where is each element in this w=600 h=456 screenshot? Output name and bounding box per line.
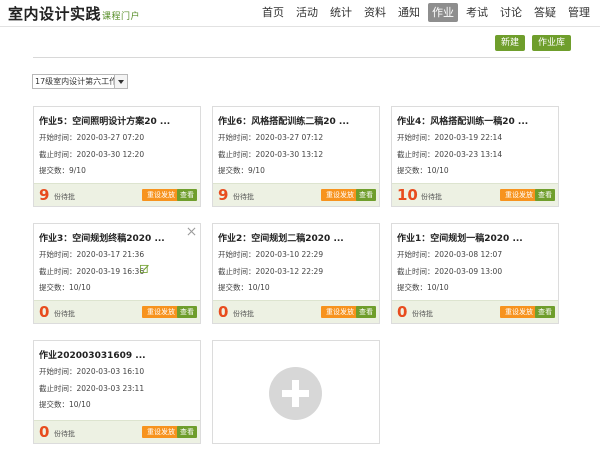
assignment-title[interactable]: 作业1：空间规划一稿2020 ...	[397, 231, 523, 244]
nav-qa[interactable]: 答疑	[530, 3, 560, 22]
assignment-submit-count: 提交数：9/10	[39, 166, 86, 175]
view-button[interactable]: 查看	[177, 189, 197, 201]
assignment-title[interactable]: 作业6：风格搭配训练二稿20 ...	[218, 114, 349, 127]
assignment-submit-count: 提交数：10/10	[397, 283, 449, 292]
assignment-card-footer: 0 份待批 重设发放 查看	[34, 300, 200, 323]
assignment-card: 作业1：空间规划一稿2020 ... 开始时间：2020-03-08 12:07…	[391, 223, 559, 324]
class-select[interactable]: 17级室内设计第六工作	[32, 74, 128, 89]
main-nav: 首页 活动 统计 资料 通知 作业 考试 讨论 答疑 管理	[254, 3, 594, 22]
assignment-card: 作业202003031609 ... 开始时间：2020-03-03 16:10…	[33, 340, 201, 444]
pending-label: 份待批	[412, 310, 433, 318]
reset-distribution-button[interactable]: 重设发放	[321, 189, 359, 201]
assignment-card: 作业6：风格搭配训练二稿20 ... 开始时间：2020-03-27 07:12…	[212, 106, 380, 207]
course-portal-label: 课程门户	[102, 12, 141, 22]
assignment-card-footer: 9 份待批 重设发放 查看	[34, 183, 200, 206]
pending-label: 份待批	[233, 310, 254, 318]
view-button[interactable]: 查看	[535, 189, 555, 201]
edit-icon[interactable]	[140, 264, 149, 273]
assignment-title[interactable]: 作业2：空间规划二稿2020 ...	[218, 231, 344, 244]
assignment-start-time: 开始时间：2020-03-08 12:07	[397, 250, 503, 259]
assignment-card: 作业5：空间照明设计方案20 ... 开始时间：2020-03-27 07:20…	[33, 106, 201, 207]
add-assignment-card[interactable]	[212, 340, 380, 444]
assignment-start-time: 开始时间：2020-03-03 16:10	[39, 367, 145, 376]
assignment-end-time: 截止时间：2020-03-12 22:29	[218, 267, 324, 276]
pending-label: 份待批	[421, 193, 442, 201]
nav-discussion[interactable]: 讨论	[496, 3, 526, 22]
assignment-end-time: 截止时间：2020-03-23 13:14	[397, 150, 503, 159]
assignment-start-time: 开始时间：2020-03-17 21:36	[39, 250, 145, 259]
assignment-end-time: 截止时间：2020-03-09 13:00	[397, 267, 503, 276]
assignment-end-time: 截止时间：2020-03-30 13:12	[218, 150, 324, 159]
pending-count: 9	[39, 186, 50, 204]
assignment-card: 作业2：空间规划二稿2020 ... 开始时间：2020-03-10 22:29…	[212, 223, 380, 324]
toolbar-divider	[33, 57, 550, 58]
course-brand[interactable]: 室内设计实践课程门户	[8, 3, 140, 24]
view-button[interactable]: 查看	[535, 306, 555, 318]
assignment-title[interactable]: 作业202003031609 ...	[39, 348, 146, 361]
view-button[interactable]: 查看	[177, 306, 197, 318]
assignment-start-time: 开始时间：2020-03-27 07:12	[218, 133, 324, 142]
assignment-end-time: 截止时间：2020-03-30 12:20	[39, 150, 145, 159]
assignment-library-button[interactable]: 作业库	[532, 35, 572, 51]
assignment-start-time: 开始时间：2020-03-19 22:14	[397, 133, 503, 142]
assignment-submit-count: 提交数：9/10	[218, 166, 265, 175]
reset-distribution-button[interactable]: 重设发放	[142, 306, 180, 318]
nav-activity[interactable]: 活动	[292, 3, 322, 22]
assignment-submit-count: 提交数：10/10	[397, 166, 449, 175]
assignment-submit-count: 提交数：10/10	[39, 283, 91, 292]
reset-distribution-button[interactable]: 重设发放	[142, 426, 180, 438]
reset-distribution-button[interactable]: 重设发放	[321, 306, 359, 318]
pending-count: 0	[39, 423, 50, 441]
nav-assignments[interactable]: 作业	[428, 3, 458, 22]
assignment-start-time: 开始时间：2020-03-27 07:20	[39, 133, 145, 142]
view-button[interactable]: 查看	[356, 189, 376, 201]
assignment-end-time: 截止时间：2020-03-03 23:11	[39, 384, 145, 393]
view-button[interactable]: 查看	[356, 306, 376, 318]
reset-distribution-button[interactable]: 重设发放	[500, 306, 538, 318]
assignment-submit-count: 提交数：10/10	[39, 400, 91, 409]
new-assignment-button[interactable]: 新建	[495, 35, 526, 51]
assignment-start-time: 开始时间：2020-03-10 22:29	[218, 250, 324, 259]
assignment-title[interactable]: 作业4：风格搭配训练一稿20 ...	[397, 114, 528, 127]
reset-distribution-button[interactable]: 重设发放	[500, 189, 538, 201]
nav-materials[interactable]: 资料	[360, 3, 390, 22]
assignment-end-time: 截止时间：2020-03-19 16:36	[39, 267, 145, 276]
assignment-title[interactable]: 作业5：空间照明设计方案20 ...	[39, 114, 170, 127]
assignment-card: 作业4：风格搭配训练一稿20 ... 开始时间：2020-03-19 22:14…	[391, 106, 559, 207]
pending-count: 0	[218, 303, 229, 321]
nav-exams[interactable]: 考试	[462, 3, 492, 22]
nav-statistics[interactable]: 统计	[326, 3, 356, 22]
pending-count: 9	[218, 186, 229, 204]
reset-distribution-button[interactable]: 重设发放	[142, 189, 180, 201]
nav-manage[interactable]: 管理	[564, 3, 594, 22]
assignment-card-footer: 10 份待批 重设发放 查看	[392, 183, 558, 206]
pending-label: 份待批	[54, 310, 75, 318]
assignment-card-footer: 0 份待批 重设发放 查看	[213, 300, 379, 323]
close-icon[interactable]	[187, 227, 196, 236]
assignment-card-footer: 0 份待批 重设发放 查看	[392, 300, 558, 323]
assignment-submit-count: 提交数：10/10	[218, 283, 270, 292]
plus-icon[interactable]	[269, 367, 322, 420]
assignment-title[interactable]: 作业3：空间规划终稿2020 ...	[39, 231, 165, 244]
pending-label: 份待批	[54, 430, 75, 438]
pending-count: 10	[397, 186, 418, 204]
assignment-card: 作业3：空间规划终稿2020 ... 开始时间：2020-03-17 21:36…	[33, 223, 201, 324]
view-button[interactable]: 查看	[177, 426, 197, 438]
pending-label: 份待批	[233, 193, 254, 201]
chevron-down-icon[interactable]	[114, 75, 127, 88]
pending-count: 0	[397, 303, 408, 321]
assignment-card-footer: 0 份待批 重设发放 查看	[34, 420, 200, 443]
course-title: 室内设计实践	[8, 5, 102, 23]
pending-count: 0	[39, 303, 50, 321]
nav-home[interactable]: 首页	[258, 3, 288, 22]
top-header: 室内设计实践课程门户 首页 活动 统计 资料 通知 作业 考试 讨论 答疑 管理	[0, 0, 600, 27]
class-select-value: 17级室内设计第六工作	[35, 77, 118, 86]
assignment-card-footer: 9 份待批 重设发放 查看	[213, 183, 379, 206]
pending-label: 份待批	[54, 193, 75, 201]
nav-notices[interactable]: 通知	[394, 3, 424, 22]
